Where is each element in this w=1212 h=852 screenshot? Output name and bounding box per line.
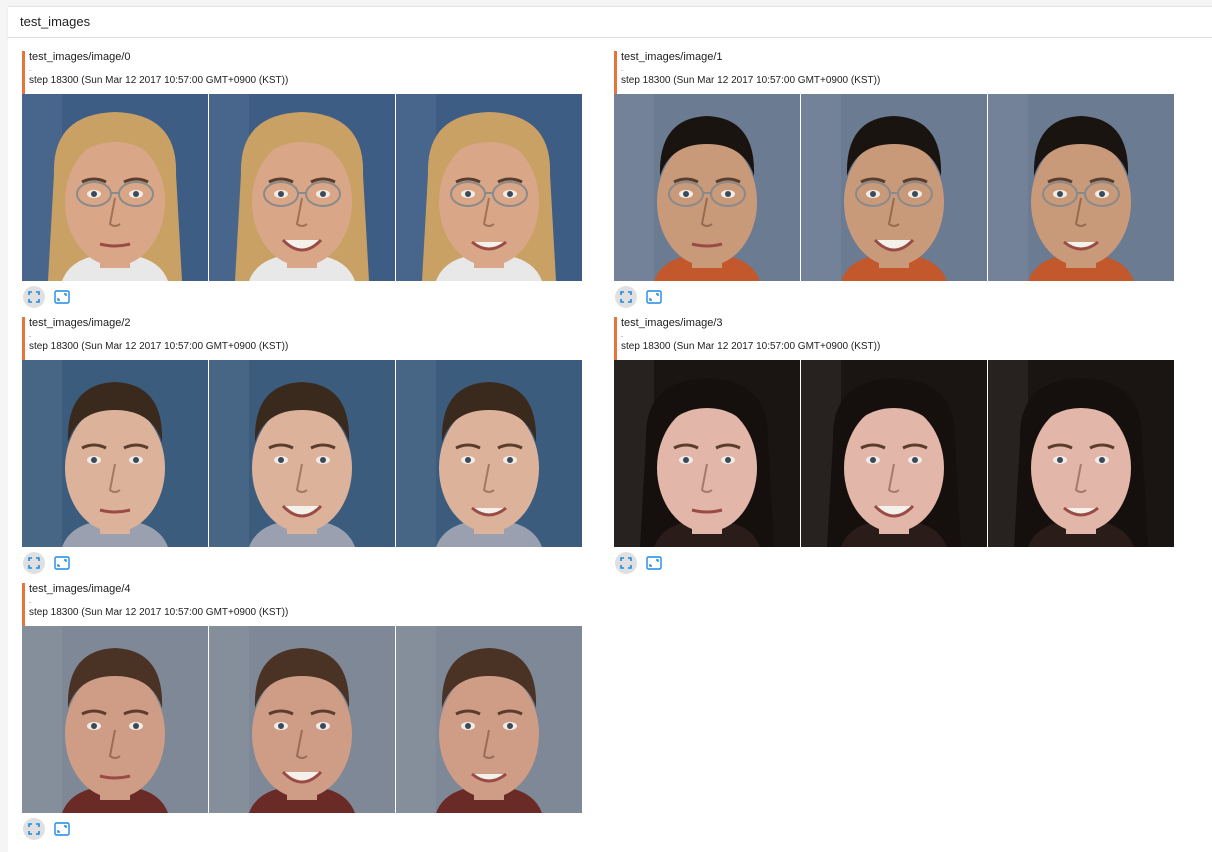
card-label: test_images/image/2 . step 18300 (Sun Ma… (22, 317, 288, 363)
fit-to-size-icon (54, 290, 70, 304)
image-cards-container: test_images/image/0 . step 18300 (Sun Ma… (8, 38, 1212, 852)
card-run-dot: . (621, 330, 624, 339)
category-title: test_images (20, 14, 91, 29)
category-header[interactable]: test_images (8, 6, 1212, 38)
face-thumbnail (988, 360, 1174, 547)
face-thumbnail (801, 360, 987, 547)
image-strip[interactable] (22, 626, 582, 813)
card-run-dot: . (621, 64, 624, 73)
fit-to-size-icon (646, 556, 662, 570)
fit-button[interactable] (53, 820, 71, 838)
expand-button[interactable] (23, 818, 45, 840)
card-label: test_images/image/4 . step 18300 (Sun Ma… (22, 583, 288, 629)
face-thumbnail (396, 360, 582, 547)
card-tag: test_images/image/1 (621, 51, 723, 63)
face-thumbnail (22, 94, 208, 281)
card-step: step 18300 (Sun Mar 12 2017 10:57:00 GMT… (29, 341, 289, 352)
card-tag: test_images/image/2 (29, 317, 131, 329)
image-strip[interactable] (22, 94, 582, 281)
card-tag: test_images/image/0 (29, 51, 131, 63)
card-tag: test_images/image/3 (621, 317, 723, 329)
card-run-dot: . (29, 596, 32, 605)
fit-button[interactable] (645, 554, 663, 572)
image-card: test_images/image/1 . step 18300 (Sun Ma… (614, 38, 1176, 308)
card-run-dot: . (29, 330, 32, 339)
image-strip[interactable] (614, 360, 1174, 547)
image-card: test_images/image/4 . step 18300 (Sun Ma… (22, 570, 584, 840)
card-label: test_images/image/0 . step 18300 (Sun Ma… (22, 51, 288, 97)
face-thumbnail (396, 626, 582, 813)
card-step: step 18300 (Sun Mar 12 2017 10:57:00 GMT… (621, 75, 881, 86)
card-label: test_images/image/3 . step 18300 (Sun Ma… (614, 317, 880, 363)
card-step: step 18300 (Sun Mar 12 2017 10:57:00 GMT… (29, 607, 289, 618)
face-thumbnail (22, 360, 208, 547)
card-run-dot: . (29, 64, 32, 73)
image-card: test_images/image/3 . step 18300 (Sun Ma… (614, 304, 1176, 574)
fit-to-size-icon (54, 822, 70, 836)
image-strip[interactable] (22, 360, 582, 547)
card-actions (22, 816, 102, 840)
face-thumbnail (209, 94, 395, 281)
image-card: test_images/image/0 . step 18300 (Sun Ma… (22, 38, 584, 308)
card-step: step 18300 (Sun Mar 12 2017 10:57:00 GMT… (621, 341, 881, 352)
image-strip[interactable] (614, 94, 1174, 281)
fit-to-size-icon (646, 290, 662, 304)
face-thumbnail (22, 626, 208, 813)
face-thumbnail (988, 94, 1174, 281)
face-thumbnail (396, 94, 582, 281)
expand-button[interactable] (615, 552, 637, 574)
fullscreen-icon (28, 823, 40, 835)
page: test_images test_images/image/0 . step 1… (0, 0, 1212, 852)
face-thumbnail (614, 360, 800, 547)
face-thumbnail (209, 626, 395, 813)
fullscreen-icon (28, 291, 40, 303)
fullscreen-icon (28, 557, 40, 569)
fullscreen-icon (620, 557, 632, 569)
fit-to-size-icon (54, 556, 70, 570)
card-step: step 18300 (Sun Mar 12 2017 10:57:00 GMT… (29, 75, 289, 86)
fullscreen-icon (620, 291, 632, 303)
face-thumbnail (209, 360, 395, 547)
card-label: test_images/image/1 . step 18300 (Sun Ma… (614, 51, 880, 97)
card-actions (614, 550, 694, 574)
face-thumbnail (614, 94, 800, 281)
card-tag: test_images/image/4 (29, 583, 131, 595)
face-thumbnail (801, 94, 987, 281)
image-card: test_images/image/2 . step 18300 (Sun Ma… (22, 304, 584, 574)
